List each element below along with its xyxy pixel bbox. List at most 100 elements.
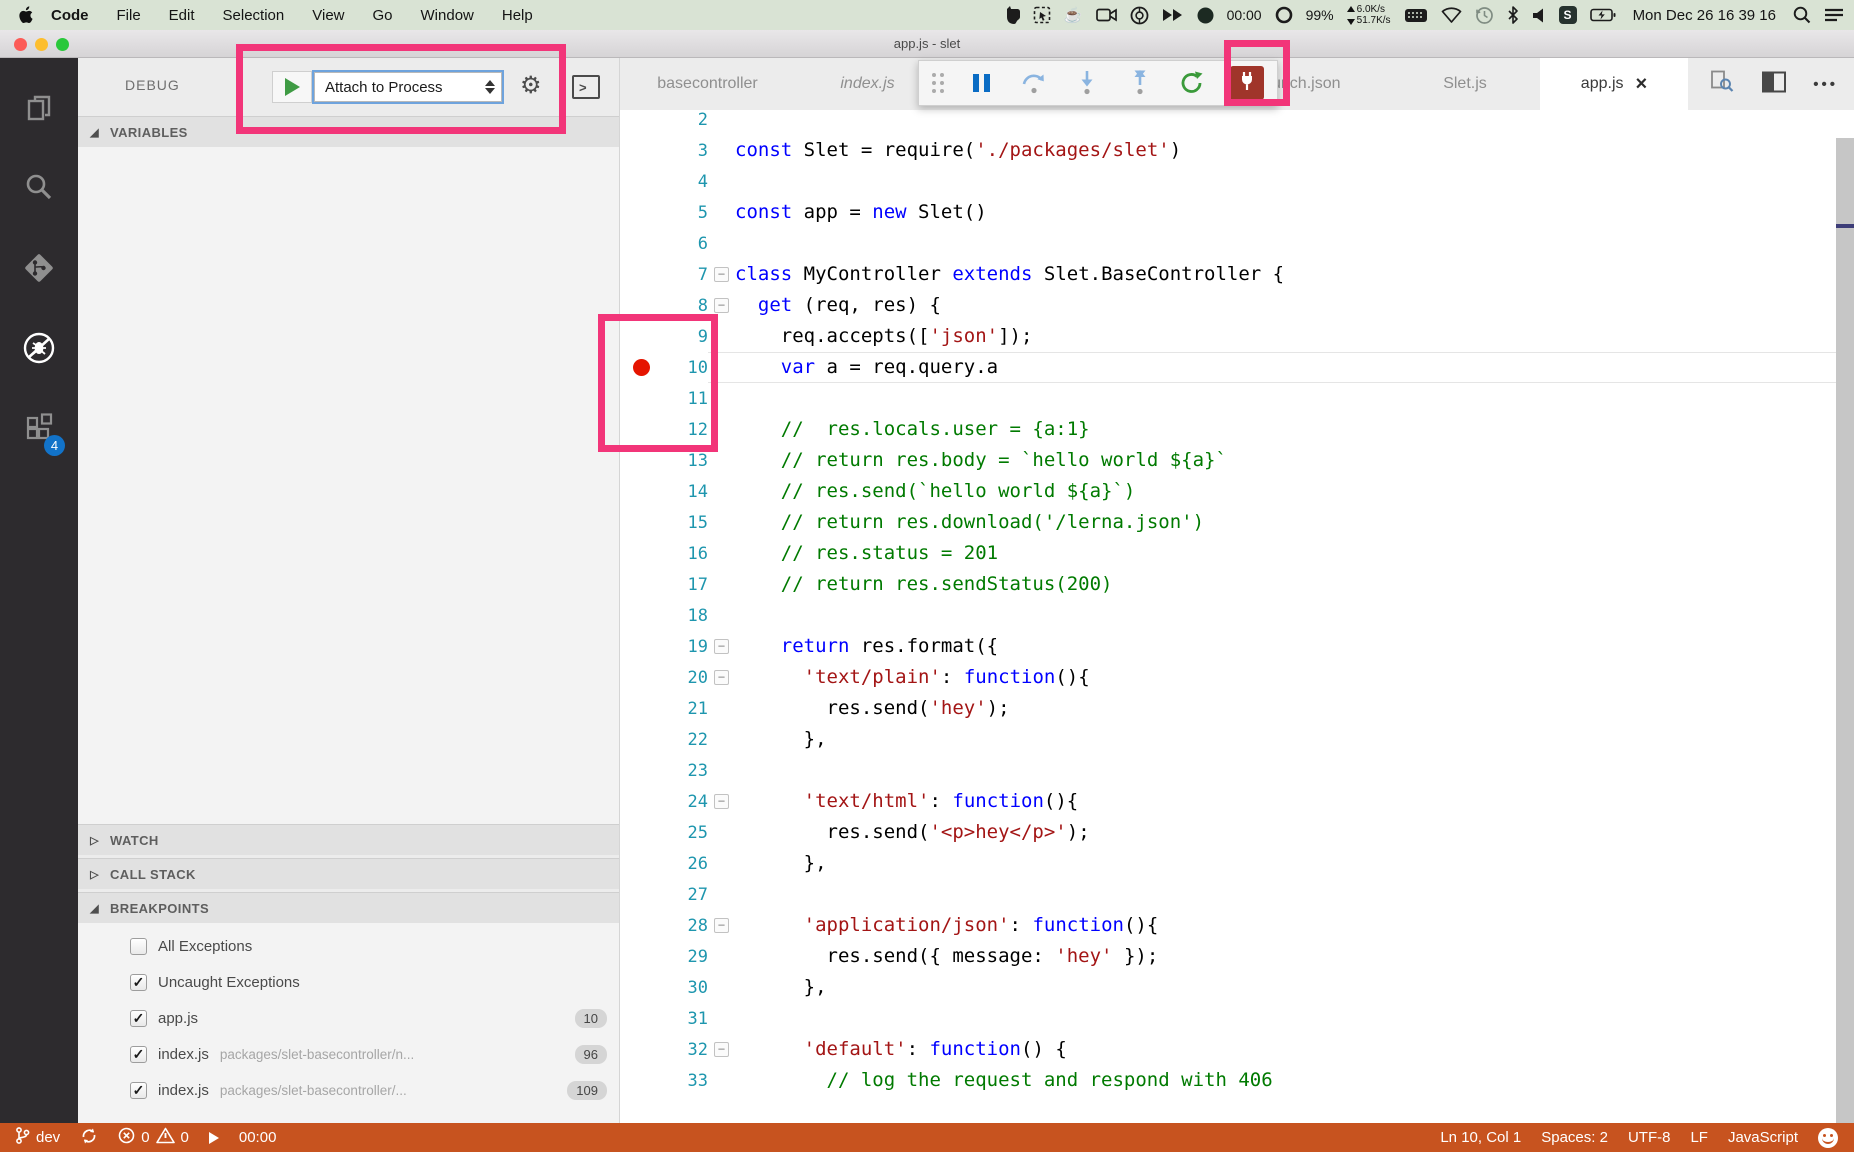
tab-launch-json-partial[interactable]: unch.json	[1260, 58, 1390, 110]
section-header-variables[interactable]: ◢ VARIABLES	[78, 116, 619, 147]
fold-icon[interactable]: −	[714, 1042, 729, 1057]
toolbar-drag-handle[interactable]	[932, 73, 944, 93]
activity-search[interactable]	[0, 150, 78, 230]
breakpoint-row[interactable]: ✓ Uncaught Exceptions	[78, 964, 619, 1000]
menu-item-selection[interactable]: Selection	[209, 7, 299, 24]
section-header-watch[interactable]: ▷ WATCH	[78, 824, 619, 855]
eol-sequence[interactable]: LF	[1690, 1129, 1708, 1146]
coffee-menu-icon[interactable]: ☕	[1064, 4, 1083, 26]
apple-menu-icon[interactable]	[18, 5, 35, 25]
language-mode[interactable]: JavaScript	[1728, 1129, 1798, 1146]
fold-icon[interactable]: −	[714, 918, 729, 933]
fold-icon[interactable]: −	[714, 670, 729, 685]
close-window-button[interactable]	[14, 38, 27, 51]
keyboard-icon[interactable]	[1404, 4, 1428, 26]
breakpoint-label: index.js	[158, 1081, 209, 1099]
line-number: 7	[697, 264, 708, 285]
close-tab-icon[interactable]: ×	[1636, 74, 1648, 94]
activity-debug[interactable]	[0, 310, 78, 390]
cursor-position[interactable]: Ln 10, Col 1	[1440, 1129, 1521, 1146]
line-number: 4	[697, 171, 708, 192]
battery-ring-icon[interactable]	[1275, 4, 1293, 26]
menu-item-go[interactable]: Go	[359, 7, 407, 24]
pause-button[interactable]	[967, 66, 997, 100]
menu-item-help[interactable]: Help	[488, 7, 547, 24]
fast-forward-icon[interactable]	[1162, 4, 1184, 26]
network-speed-indicator[interactable]: 6.0K/s 51.7K/s	[1346, 4, 1391, 26]
breakpoint-checkbox[interactable]	[130, 937, 147, 955]
breakpoint-checkbox[interactable]: ✓	[130, 1009, 147, 1027]
line-number: 19	[687, 636, 708, 657]
breakpoint-checkbox[interactable]: ✓	[130, 973, 147, 991]
find-in-file-icon[interactable]	[1709, 69, 1735, 100]
split-editor-icon[interactable]	[1761, 70, 1787, 99]
breakpoint-row[interactable]: ✓ index.js packages/slet-basecontroller/…	[78, 1072, 619, 1108]
menu-item-edit[interactable]: Edit	[155, 7, 209, 24]
step-over-button[interactable]	[1019, 66, 1049, 100]
sync-item[interactable]	[80, 1127, 98, 1149]
configure-gear-button[interactable]: ⚙	[520, 71, 542, 101]
tab-basecontroller[interactable]: basecontroller	[620, 58, 795, 110]
menu-item-file[interactable]: File	[103, 7, 155, 24]
record-timer-icon[interactable]	[1197, 4, 1214, 26]
breakpoint-dot[interactable]	[632, 359, 650, 376]
step-out-button[interactable]	[1125, 66, 1155, 100]
indentation[interactable]: Spaces: 2	[1541, 1129, 1608, 1146]
activity-explorer[interactable]	[0, 70, 78, 150]
debug-timer: 00:00	[238, 1129, 277, 1146]
section-header-breakpoints[interactable]: ◢ BREAKPOINTS	[78, 892, 619, 923]
breakpoint-gutter[interactable]	[620, 359, 662, 376]
section-header-call-stack[interactable]: ▷ CALL STACK	[78, 858, 619, 889]
notification-center-icon[interactable]	[1824, 4, 1844, 26]
breakpoint-row[interactable]: ✓ index.js packages/slet-basecontroller/…	[78, 1036, 619, 1072]
restart-button[interactable]	[1177, 66, 1207, 100]
tab-app-js-active[interactable]: app.js ×	[1540, 58, 1688, 110]
feedback-smiley-icon[interactable]	[1818, 1127, 1838, 1148]
status-play-icon[interactable]	[208, 1131, 219, 1144]
scrollbar[interactable]	[1836, 138, 1854, 1123]
code-editor[interactable]: 2 3 const Slet = require('./packages/slet'…	[620, 110, 1854, 1123]
breakpoint-checkbox[interactable]: ✓	[130, 1081, 147, 1099]
menu-item-code[interactable]: Code	[41, 7, 103, 24]
debug-no-bug-icon	[21, 330, 57, 371]
tab-slet-js[interactable]: Slet.js	[1390, 58, 1540, 110]
evernote-icon[interactable]	[1004, 4, 1020, 26]
check-icon: ✓	[132, 973, 145, 990]
more-actions-icon[interactable]: •••	[1813, 76, 1838, 93]
fold-icon[interactable]: −	[714, 267, 729, 282]
screenshot-icon[interactable]	[1033, 4, 1051, 26]
start-debug-button[interactable]	[272, 71, 312, 103]
zoom-window-button[interactable]	[56, 38, 69, 51]
step-into-button[interactable]	[1072, 66, 1102, 100]
s-app-icon[interactable]: S	[1558, 6, 1577, 24]
menu-bar-status-area: ☕ 00:00 99% 6.0K/s 51.7K/s S Mon Dec 26 …	[1004, 4, 1844, 26]
fold-icon[interactable]: −	[714, 298, 729, 313]
fold-icon[interactable]: −	[714, 794, 729, 809]
minimize-window-button[interactable]	[35, 38, 48, 51]
time-machine-icon[interactable]	[1475, 4, 1494, 26]
breakpoint-checkbox[interactable]: ✓	[130, 1045, 147, 1063]
launch-config-dropdown[interactable]: Attach to Process	[314, 72, 502, 102]
activity-extensions[interactable]: 4	[0, 390, 78, 470]
round-app-icon[interactable]	[1130, 4, 1149, 26]
fold-icon[interactable]: −	[714, 639, 729, 654]
line-number: 23	[687, 760, 708, 781]
open-debug-console-button[interactable]: >	[572, 75, 600, 99]
problems-item[interactable]: 0 0	[118, 1127, 189, 1148]
menu-item-view[interactable]: View	[298, 7, 358, 24]
code-text: var a = req.query.a	[780, 356, 999, 378]
disconnect-button[interactable]	[1229, 66, 1264, 100]
git-branch-item[interactable]: dev	[14, 1126, 60, 1149]
breakpoint-row[interactable]: All Exceptions	[78, 928, 619, 964]
wifi-icon[interactable]	[1441, 4, 1462, 26]
activity-source-control[interactable]	[0, 230, 78, 310]
bluetooth-icon[interactable]	[1507, 4, 1519, 26]
spotlight-search-icon[interactable]	[1793, 4, 1811, 26]
encoding[interactable]: UTF-8	[1628, 1129, 1671, 1146]
camera-menu-icon[interactable]	[1095, 4, 1117, 26]
breakpoint-row[interactable]: ✓ app.js 10	[78, 1000, 619, 1036]
menu-item-window[interactable]: Window	[407, 7, 488, 24]
menu-clock[interactable]: Mon Dec 26 16 39 16	[1629, 7, 1780, 24]
battery-charging-icon[interactable]	[1589, 4, 1616, 26]
volume-icon[interactable]	[1532, 4, 1546, 26]
